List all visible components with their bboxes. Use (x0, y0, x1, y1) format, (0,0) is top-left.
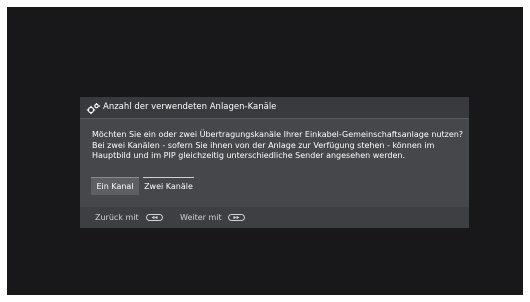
dialog-message: Möchten Sie ein oder zwei Übertragungska… (92, 130, 464, 162)
back-hint-label: Zurück mit (95, 213, 139, 222)
gear-icon (86, 103, 100, 115)
option-two-channels[interactable]: Zwei Kanäle (143, 177, 194, 195)
message-line: Möchten Sie ein oder zwei Übertragungska… (92, 130, 464, 139)
message-line: Hauptbild und im PIP gleichzeitig unters… (92, 151, 405, 160)
message-line: Bei zwei Kanälen - sofern Sie ihnen von … (92, 140, 435, 150)
fast-forward-button-icon[interactable] (228, 214, 245, 221)
dialog-header: Anzahl der verwendeten Anlagen-Kanäle (80, 97, 469, 119)
option-one-channel[interactable]: Ein Kanal (91, 177, 139, 195)
tv-screen: Anzahl der verwendeten Anlagen-Kanäle Mö… (7, 7, 523, 295)
next-hint-label: Weiter mit (180, 213, 222, 222)
dialog-footer: Zurück mit Weiter mit (80, 207, 469, 228)
channel-count-dialog: Anzahl der verwendeten Anlagen-Kanäle Mö… (80, 97, 469, 228)
dialog-title: Anzahl der verwendeten Anlagen-Kanäle (103, 102, 277, 112)
rewind-button-icon[interactable] (146, 214, 163, 221)
